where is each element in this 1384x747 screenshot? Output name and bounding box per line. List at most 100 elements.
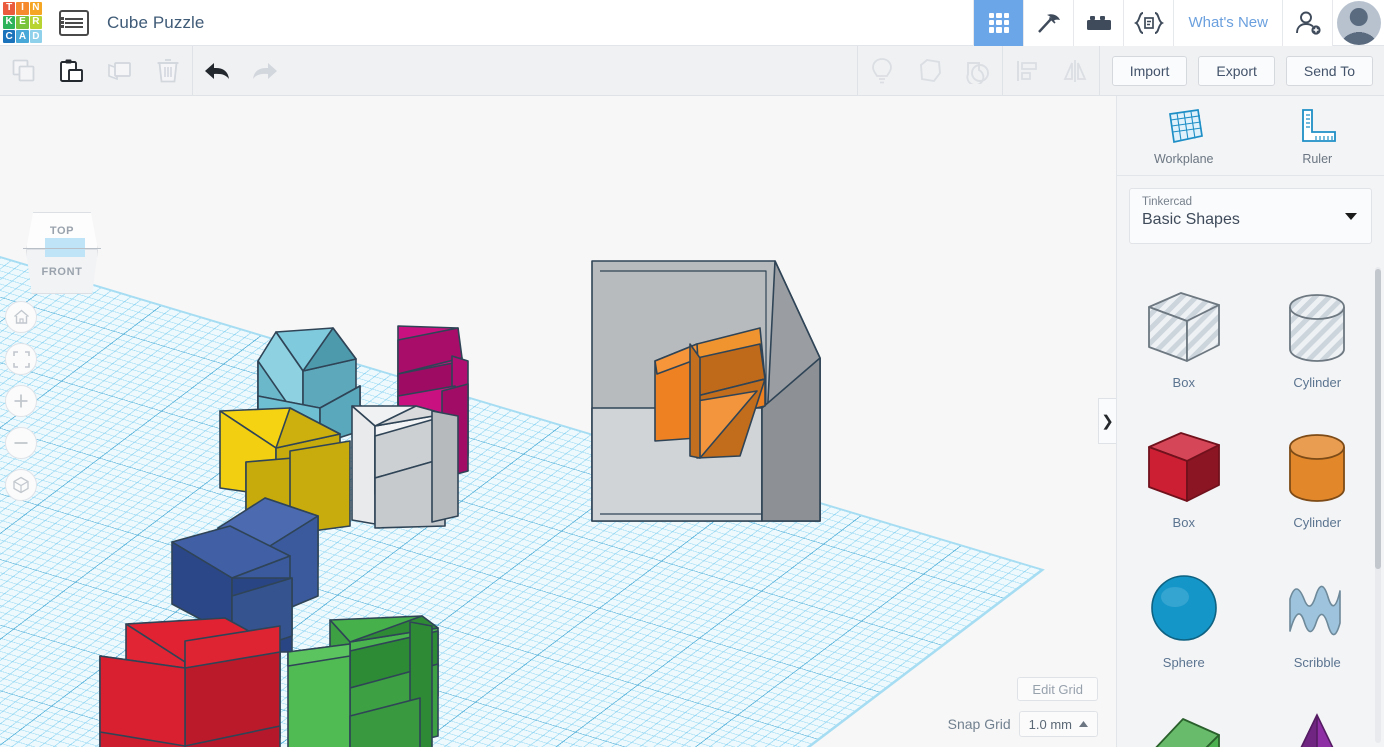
view-cube-divider [23, 248, 101, 249]
logo-tile-a: A [16, 30, 28, 43]
header-actions: What's New [973, 0, 1384, 46]
top-header: TIN KER CAD Cube Puzzle [0, 0, 1384, 46]
clipboard-group [0, 46, 192, 96]
avatar[interactable] [1332, 0, 1384, 46]
box-solid-icon [1141, 425, 1227, 511]
panel-tool-row: Workplane Ruler [1117, 96, 1384, 176]
logo-tile-k: K [3, 16, 15, 29]
snap-grid-row: Snap Grid 1.0 mm [948, 711, 1098, 737]
ruler-label: Ruler [1302, 152, 1332, 166]
workplane-grid-icon [1162, 106, 1206, 146]
scene-objects[interactable] [0, 96, 1110, 747]
shape-ops-group [858, 46, 1002, 96]
shape-item-box-solid[interactable]: Box [1117, 407, 1251, 547]
shape-label: Box [1173, 375, 1195, 390]
grid-controls: Edit Grid Snap Grid 1.0 mm [948, 677, 1098, 737]
shape-label: Cylinder [1293, 515, 1341, 530]
library-owner: Tinkercad [1142, 196, 1359, 208]
scribble-icon [1274, 565, 1360, 651]
logo-tile-d: D [30, 30, 42, 43]
export-button[interactable]: Export [1198, 56, 1274, 86]
plus-icon[interactable] [5, 385, 37, 417]
shape-label: Cylinder [1293, 375, 1341, 390]
shape-library-dropdown[interactable]: Tinkercad Basic Shapes [1129, 188, 1372, 244]
lego-brick-icon[interactable] [1073, 0, 1123, 46]
sphere-icon [1141, 565, 1227, 651]
shapes-list[interactable]: Box Cylinder Box Cylinder Sphere Scribbl… [1117, 259, 1384, 747]
align-icon[interactable] [1003, 46, 1051, 96]
mirror-flip-icon[interactable] [1051, 46, 1099, 96]
page-title: Cube Puzzle [107, 13, 205, 33]
chevron-right-icon[interactable]: ❯ [1098, 398, 1116, 444]
edit-toolbar: Import Export Send To [0, 46, 1384, 96]
view-tools [5, 301, 37, 511]
trash-icon[interactable] [144, 46, 192, 96]
shapes-scrollbar-thumb[interactable] [1375, 269, 1381, 569]
shape-item-cylinder-solid[interactable]: Cylinder [1251, 407, 1384, 547]
3d-viewport[interactable]: TOP FRONT [0, 96, 1110, 747]
shape-item-scribble[interactable]: Scribble [1251, 547, 1384, 687]
roof-icon [1141, 705, 1227, 747]
paste-icon[interactable] [48, 46, 96, 96]
red-piece [100, 618, 280, 747]
white-piece [352, 406, 458, 528]
box-hole-icon [1141, 285, 1227, 371]
logo-tile-r: R [30, 16, 42, 29]
snap-grid-value: 1.0 mm [1029, 717, 1072, 732]
workplane-tool[interactable]: Workplane [1117, 96, 1251, 175]
list-icon[interactable] [59, 10, 89, 36]
send-to-button[interactable]: Send To [1286, 56, 1373, 86]
library-name: Basic Shapes [1142, 211, 1359, 229]
person-add-icon[interactable] [1282, 0, 1332, 46]
shape-item-roof[interactable]: Roof [1117, 687, 1251, 747]
shape-label: Box [1173, 515, 1195, 530]
copy-icon[interactable] [0, 46, 48, 96]
io-buttons: Import Export Send To [1100, 56, 1384, 86]
cylinder-hole-icon [1274, 285, 1360, 371]
ungroup-shapes-icon[interactable] [954, 46, 1002, 96]
code-braces-icon[interactable] [1123, 0, 1173, 46]
ruler-tool[interactable]: Ruler [1251, 96, 1384, 175]
cone-icon [1274, 705, 1360, 747]
edit-grid-button[interactable]: Edit Grid [1017, 677, 1098, 701]
chevron-up-icon [1079, 721, 1088, 728]
home-icon[interactable] [5, 301, 37, 333]
lightbulb-icon[interactable] [858, 46, 906, 96]
logo-tile-n: N [30, 2, 42, 15]
whats-new-link[interactable]: What's New [1173, 0, 1282, 46]
align-group [1003, 46, 1099, 96]
group-shapes-icon[interactable] [906, 46, 954, 96]
logo-tile-t: T [3, 2, 15, 15]
tinkercad-logo[interactable]: TIN KER CAD [0, 0, 45, 46]
shape-label: Scribble [1294, 655, 1341, 670]
import-button[interactable]: Import [1112, 56, 1188, 86]
logo-tile-e: E [16, 16, 28, 29]
shapes-panel: Workplane Ruler Tinkercad Basic Shapes [1116, 96, 1384, 747]
chevron-down-icon [1345, 213, 1357, 220]
shape-item-box-hole[interactable]: Box [1117, 267, 1251, 407]
grid-icon[interactable] [973, 0, 1023, 46]
ruler-icon [1295, 106, 1339, 146]
duplicate-icon[interactable] [96, 46, 144, 96]
undo-arrow-icon[interactable] [193, 46, 241, 96]
shape-item-cone[interactable]: Cone [1251, 687, 1384, 747]
shape-item-cylinder-hole[interactable]: Cylinder [1251, 267, 1384, 407]
fit-brackets-icon[interactable] [5, 343, 37, 375]
cube-ortho-icon[interactable] [5, 469, 37, 501]
shape-item-sphere[interactable]: Sphere [1117, 547, 1251, 687]
redo-arrow-icon[interactable] [241, 46, 289, 96]
pickaxe-icon[interactable] [1023, 0, 1073, 46]
snap-grid-select[interactable]: 1.0 mm [1019, 711, 1098, 737]
logo-tile-i: I [16, 2, 28, 15]
history-group [193, 46, 289, 96]
minus-icon[interactable] [5, 427, 37, 459]
view-cube[interactable]: TOP FRONT [22, 212, 102, 296]
workplane-label: Workplane [1154, 152, 1214, 166]
logo-tile-c: C [3, 30, 15, 43]
tinkercad-app: TIN KER CAD Cube Puzzle [0, 0, 1384, 747]
cylinder-solid-icon [1274, 425, 1360, 511]
view-cube-front-label: FRONT [42, 266, 83, 278]
view-cube-top-label: TOP [50, 225, 74, 237]
green-piece [288, 616, 438, 747]
shape-label: Sphere [1163, 655, 1205, 670]
